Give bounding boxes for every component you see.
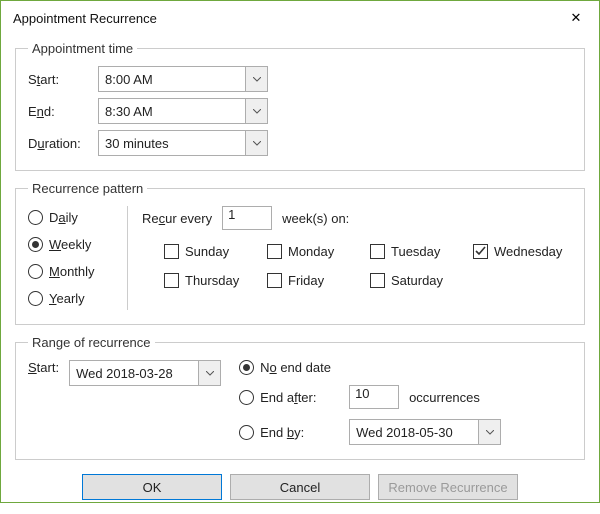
range-legend: Range of recurrence [28, 335, 155, 350]
radio-monthly[interactable]: Monthly [28, 264, 127, 279]
radio-icon [239, 425, 254, 440]
start-time-select[interactable]: 8:00 AM [98, 66, 268, 92]
check-sunday[interactable]: Sunday [164, 244, 263, 259]
range-start-select[interactable]: Wed 2018-03-28 [69, 360, 221, 386]
chevron-down-icon [478, 420, 500, 444]
recur-every-label: Recur every [142, 211, 212, 226]
titlebar: Appointment Recurrence ✕ [1, 1, 599, 35]
duration-select[interactable]: 30 minutes [98, 130, 268, 156]
radio-end-after[interactable]: End after: [239, 390, 339, 405]
radio-icon [28, 291, 43, 306]
pattern-details: Recur every 1 week(s) on: Sunday Monday … [128, 206, 572, 310]
radio-icon [28, 264, 43, 279]
dialog-window: Appointment Recurrence ✕ Appointment tim… [0, 0, 600, 503]
start-label: Start: [28, 72, 98, 87]
start-time-value: 8:00 AM [99, 72, 245, 87]
end-by-select[interactable]: Wed 2018-05-30 [349, 419, 501, 445]
end-time-value: 8:30 AM [99, 104, 245, 119]
close-icon: ✕ [571, 10, 582, 26]
dialog-body: Appointment time Start: 8:00 AM End: 8:3… [1, 35, 599, 514]
chevron-down-icon [245, 131, 267, 155]
checkbox-icon [370, 273, 385, 288]
checkbox-icon [473, 244, 488, 259]
radio-no-end-date[interactable]: No end date [239, 360, 331, 375]
radio-icon [28, 210, 43, 225]
radio-daily[interactable]: Daily [28, 210, 127, 225]
remove-recurrence-button[interactable]: Remove Recurrence [378, 474, 518, 500]
check-tuesday[interactable]: Tuesday [370, 244, 469, 259]
window-title: Appointment Recurrence [13, 11, 157, 26]
radio-end-by[interactable]: End by: [239, 425, 339, 440]
recurrence-pattern-group: Recurrence pattern Daily Weekly Monthly … [15, 181, 585, 325]
weeks-on-label: week(s) on: [282, 211, 349, 226]
end-label: End: [28, 104, 98, 119]
check-friday[interactable]: Friday [267, 273, 366, 288]
duration-label: Duration: [28, 136, 98, 151]
range-start-label: Start: [28, 360, 59, 375]
occurrences-label: occurrences [409, 390, 480, 405]
chevron-down-icon [198, 361, 220, 385]
occurrences-input[interactable]: 10 [349, 385, 399, 409]
checkbox-icon [164, 244, 179, 259]
chevron-down-icon [245, 99, 267, 123]
range-start-value: Wed 2018-03-28 [70, 366, 198, 381]
cancel-button[interactable]: Cancel [230, 474, 370, 500]
check-monday[interactable]: Monday [267, 244, 366, 259]
radio-icon [28, 237, 43, 252]
appointment-time-group: Appointment time Start: 8:00 AM End: 8:3… [15, 41, 585, 171]
radio-yearly[interactable]: Yearly [28, 291, 127, 306]
recur-interval-input[interactable]: 1 [222, 206, 272, 230]
ok-button[interactable]: OK [82, 474, 222, 500]
button-row: OK Cancel Remove Recurrence [15, 470, 585, 500]
check-wednesday[interactable]: Wednesday [473, 244, 572, 259]
radio-icon [239, 390, 254, 405]
checkbox-icon [370, 244, 385, 259]
checkbox-icon [164, 273, 179, 288]
end-by-value: Wed 2018-05-30 [350, 425, 478, 440]
duration-value: 30 minutes [99, 136, 245, 151]
check-saturday[interactable]: Saturday [370, 273, 469, 288]
appointment-time-legend: Appointment time [28, 41, 137, 56]
checkbox-icon [267, 244, 282, 259]
radio-weekly[interactable]: Weekly [28, 237, 127, 252]
end-time-select[interactable]: 8:30 AM [98, 98, 268, 124]
check-thursday[interactable]: Thursday [164, 273, 263, 288]
close-button[interactable]: ✕ [553, 1, 599, 35]
range-of-recurrence-group: Range of recurrence Start: Wed 2018-03-2… [15, 335, 585, 460]
chevron-down-icon [245, 67, 267, 91]
frequency-column: Daily Weekly Monthly Yearly [28, 206, 128, 310]
recurrence-pattern-legend: Recurrence pattern [28, 181, 147, 196]
radio-icon [239, 360, 254, 375]
checkbox-icon [267, 273, 282, 288]
